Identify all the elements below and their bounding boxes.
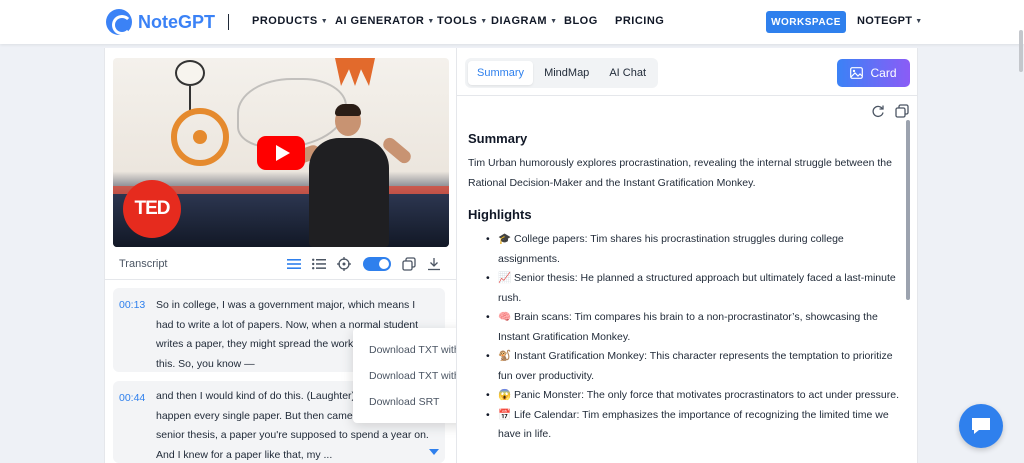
view-tabs: Summary MindMap AI Chat	[465, 58, 658, 88]
transcript-label: Transcript	[119, 258, 168, 270]
highlight-text: Panic Monster: The only force that motiv…	[514, 389, 899, 401]
speaker-figure-hair	[335, 104, 361, 116]
page-scrollbar[interactable]	[1019, 30, 1023, 72]
chat-bubble-icon	[972, 418, 990, 434]
workspace-button[interactable]: WORKSPACE	[766, 11, 846, 33]
user-menu[interactable]: NOTEGPT ▼	[857, 15, 923, 27]
card-button-label: Card	[870, 66, 897, 80]
highlight-item: 📅 Life Calendar: Tim emphasizes the impo…	[486, 406, 902, 445]
highlight-text: Life Calendar: Tim emphasizes the import…	[498, 408, 889, 441]
image-icon	[850, 67, 864, 79]
top-navigation-bar: NoteGPT PRODUCTS ▼ AI GENERATOR ▼ TOOLS ▼ D…	[0, 0, 1024, 44]
segment-timestamp[interactable]: 00:13	[119, 299, 145, 311]
highlight-text: Brain scans: Tim compares his brain to a…	[498, 311, 878, 343]
highlight-text: College papers: Tim shares his procrasti…	[498, 233, 844, 265]
chart-icon: 📈	[498, 272, 512, 284]
calendar-icon: 📅	[498, 408, 512, 421]
ship-wheel-illustration	[171, 108, 229, 166]
graduation-cap-icon: 🎓	[498, 233, 512, 245]
tab-mindmap[interactable]: MindMap	[535, 61, 598, 85]
nav-tools[interactable]: TOOLS ▼	[437, 15, 491, 27]
refresh-icon[interactable]	[871, 104, 885, 118]
video-illustration-flame	[335, 58, 375, 86]
chevron-down-icon: ▼	[550, 17, 558, 25]
summary-heading: Summary	[468, 131, 528, 146]
list-icon[interactable]	[311, 256, 327, 272]
tab-ai-chat[interactable]: AI Chat	[600, 61, 655, 85]
copy-icon[interactable]	[895, 104, 909, 118]
video-transcript-panel: TED Transcript 00:13 So in college, I wa…	[104, 48, 545, 463]
target-icon[interactable]	[336, 256, 352, 272]
highlights-heading: Highlights	[468, 207, 532, 222]
nav-pricing[interactable]: PRICING	[615, 15, 664, 27]
toolbar-divider	[105, 279, 456, 280]
main-nav: PRODUCTS ▼ AI GENERATOR ▼ TOOLS ▼ DIAGRAM ▼ …	[252, 15, 664, 27]
highlight-text: Instant Gratification Monkey: This chara…	[498, 350, 893, 382]
logo-text: NoteGPT	[138, 11, 216, 32]
timestamp-toggle[interactable]	[363, 257, 391, 271]
video-illustration-body	[189, 86, 191, 112]
video-player[interactable]: TED	[113, 58, 449, 247]
card-button[interactable]: Card	[837, 59, 910, 87]
segment-timestamp[interactable]: 00:44	[119, 392, 145, 404]
chevron-down-icon: ▼	[480, 17, 488, 25]
chevron-down-icon: ▼	[320, 17, 329, 25]
nav-blog[interactable]: BLOG	[564, 15, 615, 27]
copy-icon[interactable]	[401, 256, 417, 272]
panel-divider	[457, 95, 918, 96]
highlight-item: 📈 Senior thesis: He planned a structured…	[486, 269, 902, 308]
logo[interactable]: NoteGPT	[106, 9, 215, 35]
nav-ai-generator[interactable]: AI GENERATOR ▼	[335, 15, 437, 27]
highlight-item: 😱 Panic Monster: The only force that mot…	[486, 386, 902, 406]
video-illustration	[175, 60, 205, 86]
highlight-item: 🧠 Brain scans: Tim compares his brain to…	[486, 308, 902, 347]
expand-down-icon[interactable]	[429, 449, 439, 455]
tab-summary[interactable]: Summary	[468, 61, 534, 85]
nav-divider	[228, 14, 229, 30]
user-menu-label: NOTEGPT	[857, 15, 913, 27]
chat-support-button[interactable]	[959, 404, 1003, 448]
brain-icon: 🧠	[498, 311, 512, 323]
highlight-item: 🐒 Instant Gratification Monkey: This cha…	[486, 347, 902, 386]
summary-panel: Summary MindMap AI Chat Card Summary Tim…	[456, 48, 918, 463]
ted-logo: TED	[123, 180, 181, 238]
chevron-down-icon: ▼	[427, 17, 435, 25]
summary-text: Tim Urban humorously explores procrastin…	[468, 157, 892, 189]
summary-scrollbar[interactable]	[906, 120, 910, 300]
youtube-play-icon[interactable]	[257, 136, 305, 170]
speaker-figure	[309, 138, 389, 247]
list-timestamp-icon[interactable]	[286, 256, 302, 272]
highlight-text: Senior thesis: He planned a structured a…	[498, 272, 896, 304]
scream-face-icon: 😱	[498, 389, 512, 401]
highlights-list: 🎓 College papers: Tim shares his procras…	[486, 230, 902, 445]
chevron-down-icon: ▼	[915, 17, 923, 25]
nav-products[interactable]: PRODUCTS ▼	[252, 15, 335, 27]
nav-diagram[interactable]: DIAGRAM ▼	[491, 15, 564, 27]
notegpt-logo-icon	[106, 9, 132, 35]
download-icon[interactable]	[426, 256, 442, 272]
monkey-icon: 🐒	[498, 350, 512, 362]
highlight-item: 🎓 College papers: Tim shares his procras…	[486, 230, 902, 269]
